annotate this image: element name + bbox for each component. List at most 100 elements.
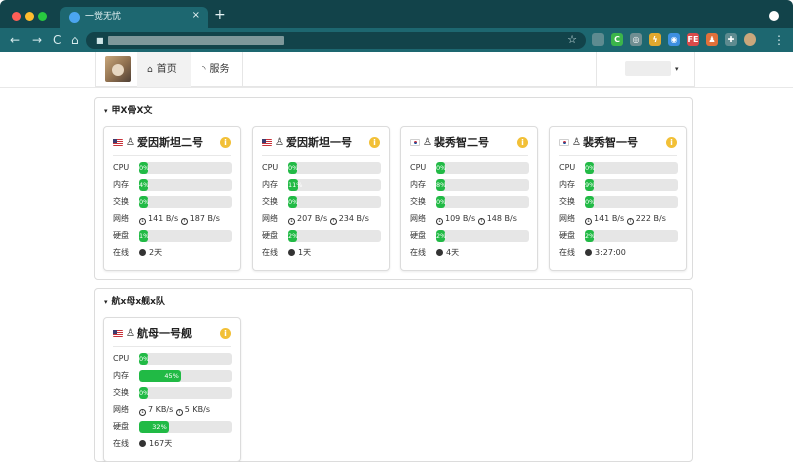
kr-flag-icon xyxy=(559,139,569,146)
mem-label: 内存 xyxy=(113,371,129,380)
mem-row: 内存 11% xyxy=(262,178,384,192)
download-speed: 7 KB/s xyxy=(148,405,174,414)
swap-progress-bar: 0% xyxy=(288,196,381,208)
disk-row: 硬盘 2% xyxy=(559,229,681,243)
home-button[interactable]: ⌂ xyxy=(71,32,79,48)
info-icon[interactable]: i xyxy=(369,137,380,148)
top-navigation: ⌂ 首页 ◝ 服务 ▾ xyxy=(95,52,695,87)
group-title-label: 甲X骨X文 xyxy=(111,106,153,116)
disk-row: 硬盘 2% xyxy=(262,229,384,243)
disk-progress-bar: 1% xyxy=(139,230,232,242)
user-menu[interactable]: ▾ xyxy=(596,52,696,87)
server-card[interactable]: ♙ 爱因斯坦二号 i CPU 0% 内存 4% 交换 0% 网络 ↓ 141 B/s ↑ 187 B/s… xyxy=(103,126,241,271)
disk-progress-bar: 2% xyxy=(436,230,529,242)
server-card[interactable]: ♙ 裴秀智二号 i CPU 0% 内存 8% 交换 0% 网络 ↓ 109 B/s ↑ 148 B/s 硬… xyxy=(400,126,538,271)
server-card[interactable]: ♙ 航母一号舰 i CPU 0% 内存 45% 交换 0% 网络 ↓ 7 KB/s ↑ 5 KB/s 硬盘… xyxy=(103,317,241,462)
reload-button[interactable]: C xyxy=(53,32,61,48)
mem-percent-text: 45% xyxy=(164,372,179,380)
info-icon[interactable]: i xyxy=(220,328,231,339)
circle-extension-icon[interactable]: ◎ xyxy=(630,33,642,46)
mem-label: 内存 xyxy=(113,180,129,189)
back-button[interactable]: ← xyxy=(10,32,20,48)
cpu-label: CPU xyxy=(113,163,130,172)
clock-icon xyxy=(585,249,592,256)
close-window-button[interactable] xyxy=(12,12,21,21)
card-header: ♙ 裴秀智二号 i xyxy=(410,136,528,150)
forward-button[interactable]: → xyxy=(32,32,42,48)
uptime-label: 在线 xyxy=(559,248,575,257)
mem-label: 内存 xyxy=(262,180,278,189)
uptime-row: 在线 2天 xyxy=(113,246,235,260)
maximize-window-button[interactable] xyxy=(38,12,47,21)
disk-row: 硬盘 1% xyxy=(113,229,235,243)
mem-progress-bar: 4% xyxy=(139,179,232,191)
compass-extension-icon[interactable]: ◉ xyxy=(668,33,680,46)
cpu-progress-bar: 0% xyxy=(436,162,529,174)
us-flag-icon xyxy=(262,139,272,146)
mem-row: 内存 4% xyxy=(113,178,235,192)
disk-progress-bar: 2% xyxy=(288,230,381,242)
clock-icon xyxy=(288,249,295,256)
swap-percent-text: 0% xyxy=(436,198,447,206)
info-icon[interactable]: i xyxy=(220,137,231,148)
upload-speed: 148 B/s xyxy=(486,214,517,223)
bolt-extension-icon[interactable]: ϟ xyxy=(649,33,661,46)
upload-speed: 222 B/s xyxy=(635,214,666,223)
browser-tab[interactable]: 一觉无忧 × xyxy=(60,7,208,28)
user-name-redacted xyxy=(625,61,671,76)
shield-extension-icon[interactable] xyxy=(592,33,604,46)
swap-row: 交换 0% xyxy=(262,195,384,209)
disk-label: 硬盘 xyxy=(113,422,129,431)
swap-percent-text: 0% xyxy=(139,389,150,397)
group-title[interactable]: ▾ 航x母x舰x队 xyxy=(104,296,165,308)
new-tab-button[interactable]: + xyxy=(214,7,226,23)
swap-progress-bar: 0% xyxy=(436,196,529,208)
mem-percent-text: 9% xyxy=(585,181,596,189)
bookmark-star-icon[interactable]: ☆ xyxy=(567,33,577,47)
cpu-label: CPU xyxy=(410,163,427,172)
server-card[interactable]: ♙ 裴秀智一号 i CPU 0% 内存 9% 交换 0% 网络 ↓ 141 B/s ↑ 222 B/s 硬… xyxy=(549,126,687,271)
disk-row: 硬盘 2% xyxy=(410,229,532,243)
uptime-row: 在线 167天 xyxy=(113,437,235,451)
download-arrow-icon: ↓ xyxy=(139,409,146,416)
disk-percent-text: 32% xyxy=(152,423,167,431)
disk-label: 硬盘 xyxy=(559,231,575,240)
minimize-window-button[interactable] xyxy=(25,12,34,21)
card-header: ♙ 航母一号舰 i xyxy=(113,327,231,341)
upload-arrow-icon: ↑ xyxy=(626,218,634,225)
info-icon[interactable]: i xyxy=(666,137,677,148)
net-speed: ↓ 141 B/s ↑ 222 B/s xyxy=(585,212,666,226)
nav-home-label: 首页 xyxy=(156,64,177,75)
net-label: 网络 xyxy=(410,214,426,223)
uptime-label: 在线 xyxy=(410,248,426,257)
fe-extension-icon[interactable]: FE xyxy=(687,33,699,46)
tab-search-icon[interactable] xyxy=(769,11,779,21)
uptime-text: 1天 xyxy=(298,248,312,257)
swap-label: 交换 xyxy=(559,197,575,206)
c-extension-icon[interactable]: C xyxy=(611,33,623,46)
net-label: 网络 xyxy=(113,405,129,414)
figure-extension-icon[interactable]: ♟ xyxy=(706,33,718,46)
site-avatar[interactable] xyxy=(105,56,131,82)
tab-close-icon[interactable]: × xyxy=(192,10,200,22)
upload-arrow-icon: ↑ xyxy=(180,218,188,225)
swap-label: 交换 xyxy=(113,388,129,397)
swap-label: 交换 xyxy=(113,197,129,206)
server-card[interactable]: ♙ 爱因斯坦一号 i CPU 0% 内存 11% 交换 0% 网络 ↓ 207 B/s ↑ 234 B/… xyxy=(252,126,390,271)
net-label: 网络 xyxy=(559,214,575,223)
cpu-label: CPU xyxy=(262,163,279,172)
browser-menu-icon[interactable]: ⋮ xyxy=(773,32,785,48)
swap-label: 交换 xyxy=(410,197,426,206)
net-row: 网络 ↓ 141 B/s ↑ 187 B/s xyxy=(113,212,235,226)
nav-home[interactable]: ⌂ 首页 xyxy=(137,52,191,87)
puzzle-extension-icon[interactable]: ✚ xyxy=(725,33,737,46)
group-title[interactable]: ▾ 甲X骨X文 xyxy=(104,105,152,117)
card-divider xyxy=(113,346,231,347)
address-bar[interactable]: ■ ☆ xyxy=(86,32,586,49)
profile-avatar-icon[interactable] xyxy=(744,33,756,46)
info-icon[interactable]: i xyxy=(517,137,528,148)
disk-label: 硬盘 xyxy=(113,231,129,240)
nav-services[interactable]: ◝ 服务 xyxy=(191,52,243,87)
card-divider xyxy=(559,155,677,156)
us-flag-icon xyxy=(113,330,123,337)
